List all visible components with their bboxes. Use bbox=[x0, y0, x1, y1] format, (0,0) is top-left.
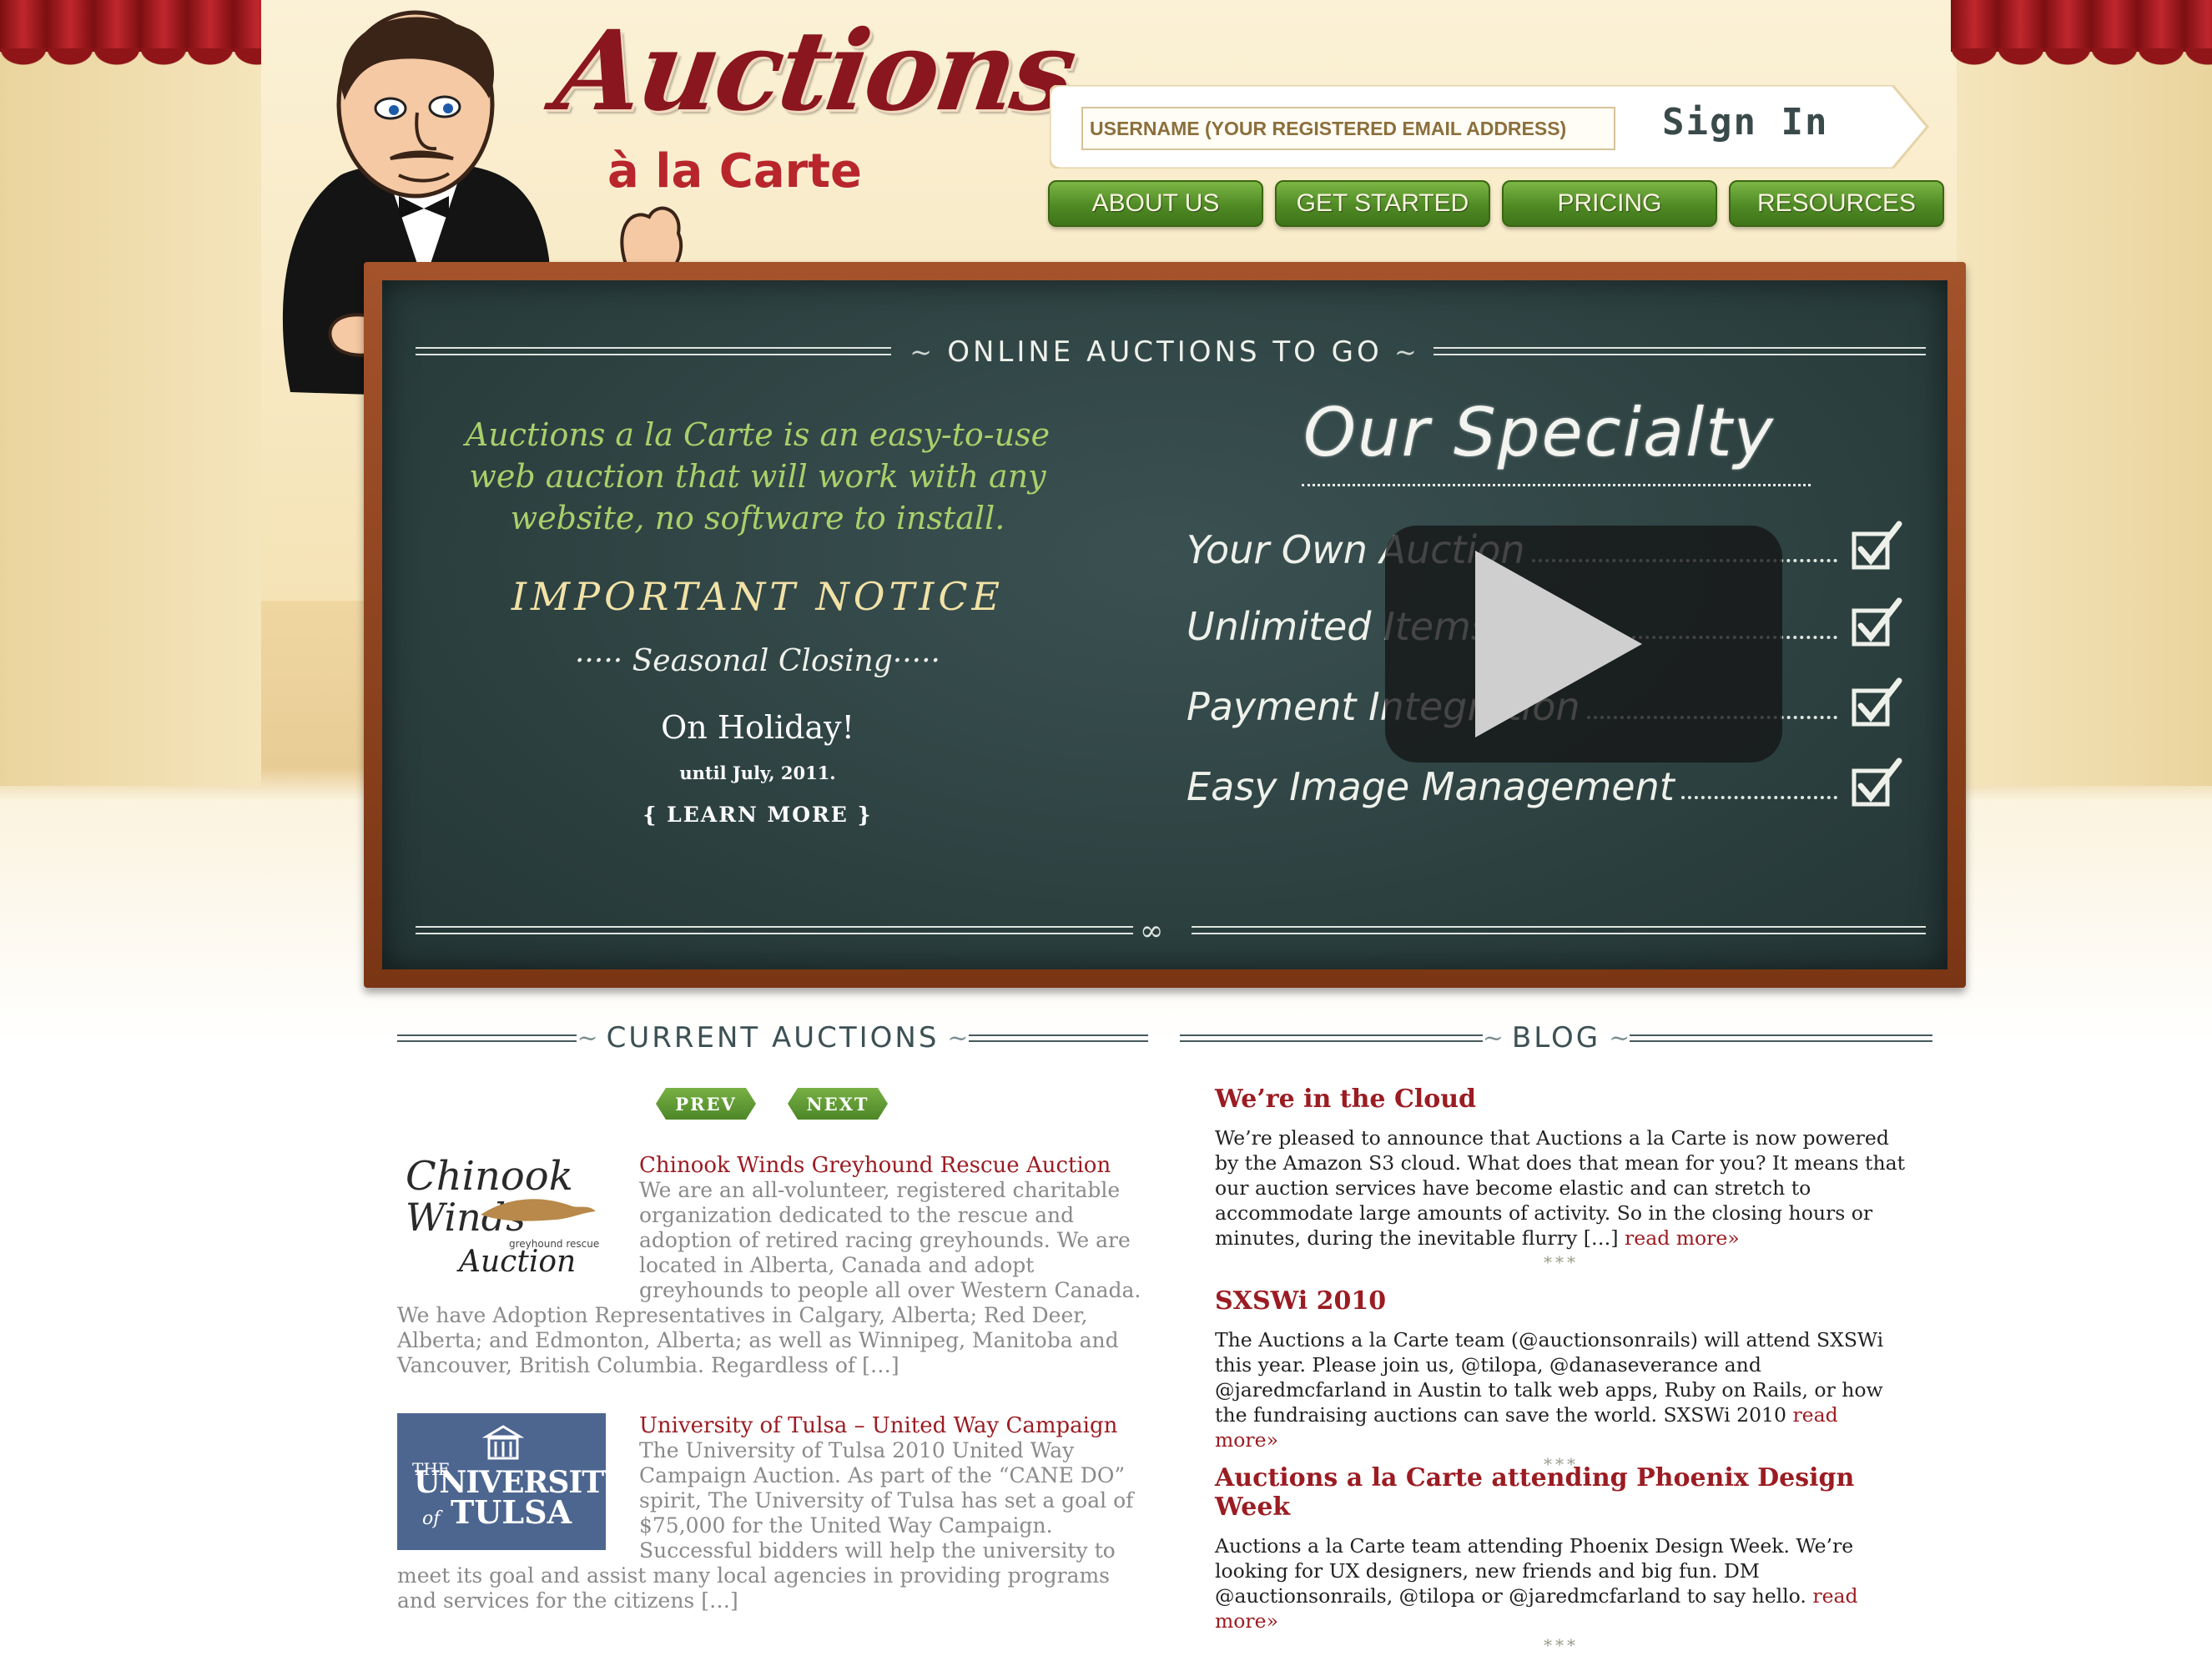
post-separator: *** bbox=[1544, 1635, 1579, 1655]
blog-post-text: We’re pleased to announce that Auctions … bbox=[1215, 1126, 1906, 1250]
notice-subheading: ····· Seasonal Closing····· bbox=[574, 644, 940, 678]
blog-post: We’re in the Cloud We’re pleased to anno… bbox=[1215, 1085, 1907, 1272]
flourish-ornament: ~ bbox=[1382, 336, 1420, 368]
curtain-right bbox=[1951, 0, 2212, 67]
blog-post-text: The Auctions a la Carte team (@auctionso… bbox=[1215, 1328, 1884, 1427]
divider-line bbox=[968, 1034, 1149, 1042]
current-auctions-heading: CURRENT AUCTIONS bbox=[606, 1021, 940, 1055]
next-button[interactable]: NEXT bbox=[788, 1088, 888, 1120]
checkbox-checked-icon bbox=[1852, 597, 1902, 647]
divider-line bbox=[397, 1034, 577, 1042]
curtain-left bbox=[0, 0, 261, 67]
read-more-link[interactable]: read more» bbox=[1625, 1226, 1740, 1250]
tulsa-building-icon bbox=[482, 1425, 524, 1460]
stage-left-wall bbox=[0, 52, 261, 786]
chalkboard-frame: ~ ONLINE AUCTIONS TO GO ~ Auctions a la … bbox=[364, 262, 1966, 988]
stage-right-wall bbox=[1957, 52, 2212, 786]
prev-button[interactable]: PREV bbox=[656, 1088, 756, 1120]
blog-post-title[interactable]: We’re in the Cloud bbox=[1215, 1085, 1907, 1114]
nav-resources[interactable]: RESOURCES bbox=[1729, 180, 1944, 227]
specialty-title: Our Specialty bbox=[1303, 394, 1775, 471]
sign-in-button[interactable]: Sign In bbox=[1657, 100, 1833, 144]
flourish-ornament: ~ bbox=[1482, 1023, 1504, 1053]
specialty-label: Easy Image Management bbox=[1187, 764, 1675, 809]
notice-heading: IMPORTANT NOTICE bbox=[511, 574, 1005, 619]
divider-line bbox=[1192, 926, 1926, 934]
greyhound-icon bbox=[481, 1199, 596, 1221]
divider-line bbox=[1180, 1034, 1483, 1042]
flourish-ornament: ~ bbox=[947, 1023, 969, 1053]
specialty-underline bbox=[1302, 484, 1811, 486]
auction-logo-chinook-winds[interactable]: Chinook Winds greyhound rescue Auction bbox=[397, 1153, 606, 1290]
nav-get-started[interactable]: GET STARTED bbox=[1275, 180, 1490, 227]
auction-item: THE UNIVERSITY of TULSA University of Tu… bbox=[397, 1413, 1148, 1613]
chalkboard: ~ ONLINE AUCTIONS TO GO ~ Auctions a la … bbox=[382, 280, 1947, 969]
dotted-leader bbox=[1680, 796, 1837, 799]
logo-text: TULSA bbox=[451, 1493, 572, 1531]
blog-heading: BLOG bbox=[1511, 1021, 1601, 1055]
nav-about-us[interactable]: ABOUT US bbox=[1048, 180, 1263, 227]
blog-post-title[interactable]: Auctions a la Carte attending Phoenix De… bbox=[1215, 1463, 1907, 1522]
blog-post-body: We’re pleased to announce that Auctions … bbox=[1215, 1125, 1907, 1251]
divider-line bbox=[416, 926, 1133, 934]
logo-text: of bbox=[422, 1508, 441, 1529]
hero-title: ~ ONLINE AUCTIONS TO GO ~ bbox=[382, 335, 1947, 369]
notice-until-date: until July, 2011. bbox=[679, 763, 836, 783]
blog-post: Auctions a la Carte attending Phoenix De… bbox=[1215, 1463, 1907, 1655]
checkbox-checked-icon bbox=[1852, 677, 1902, 727]
blog-post-body: The Auctions a la Carte team (@auctionso… bbox=[1215, 1327, 1907, 1452]
blog-post-title[interactable]: SXSWi 2010 bbox=[1215, 1286, 1907, 1316]
auction-item: Chinook Winds greyhound rescue Auction C… bbox=[397, 1153, 1148, 1378]
logo-text: Auction bbox=[459, 1245, 577, 1279]
flourish-ornament: ∞ bbox=[1140, 914, 1164, 948]
flourish-ornament: ~ bbox=[909, 336, 948, 368]
logo-subtitle: à la Carte bbox=[607, 144, 863, 199]
learn-more-link[interactable]: { LEARN MORE } bbox=[441, 803, 1075, 827]
hero-title-text: ONLINE AUCTIONS TO GO bbox=[947, 335, 1383, 369]
username-input[interactable] bbox=[1081, 107, 1615, 150]
site-logo[interactable]: Auctions à la Carte bbox=[548, 7, 1081, 209]
blog-post-body: Auctions a la Carte team attending Phoen… bbox=[1215, 1533, 1907, 1633]
divider-line bbox=[1630, 1034, 1933, 1042]
auction-logo-university-of-tulsa[interactable]: THE UNIVERSITY of TULSA bbox=[397, 1413, 625, 1550]
main-nav: ABOUT US GET STARTED PRICING RESOURCES bbox=[1048, 180, 1944, 227]
post-separator: *** bbox=[1544, 1252, 1579, 1272]
blog-header: ~ BLOG ~ bbox=[1180, 1019, 1933, 1056]
nav-pricing[interactable]: PRICING bbox=[1502, 180, 1717, 227]
signin-panel: Sign In bbox=[1050, 85, 1932, 169]
current-auctions-header: ~ CURRENT AUCTIONS ~ bbox=[397, 1019, 1149, 1056]
logo-wordmark: Auctions bbox=[548, 7, 1081, 136]
checkbox-checked-icon bbox=[1852, 758, 1902, 807]
logo-text: UNIVERSITY bbox=[414, 1465, 625, 1500]
flourish-ornament: ~ bbox=[577, 1023, 598, 1053]
blog-post: SXSWi 2010 The Auctions a la Carte team … bbox=[1215, 1286, 1907, 1474]
hero-tagline: Auctions a la Carte is an easy-to-use we… bbox=[465, 416, 1051, 536]
notice-holiday: On Holiday! bbox=[661, 709, 854, 746]
checkbox-checked-icon bbox=[1852, 521, 1902, 570]
play-icon[interactable] bbox=[1475, 551, 1642, 737]
flourish-ornament: ~ bbox=[1609, 1023, 1630, 1053]
blog-post-text: Auctions a la Carte team attending Phoen… bbox=[1215, 1534, 1854, 1608]
